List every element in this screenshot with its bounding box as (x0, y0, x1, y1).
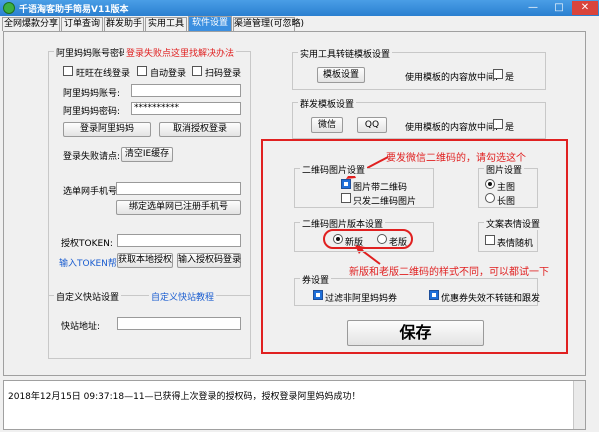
custom-site-group-title: 自定义快站设置 (54, 290, 122, 303)
cancel-auth-button[interactable]: 取消授权登录 (159, 122, 241, 137)
emoji-settings-group-title: 文案表情设置 (484, 217, 543, 230)
long-image-radio[interactable] (485, 193, 495, 203)
group-yes-label: 是 (505, 123, 515, 133)
minimize-button[interactable]: — (520, 1, 546, 15)
random-emoji-label: 表情随机 (497, 239, 534, 249)
tab-bar: 全网爆款分享 订单查询 群发助手 实用工具 软件设置 渠道管理(可忽略) (2, 16, 598, 32)
tab-tools[interactable]: 实用工具 (145, 17, 187, 31)
status-log-line: 2018年12月15日 09:37:18—11—已获得上次登录的授权码，授权登录… (8, 392, 361, 402)
token-help-link[interactable]: 输入TOKEN帮助 (59, 256, 126, 269)
window-title: 千语淘客助手简易V11版本 (19, 5, 129, 15)
auth-code-login-button[interactable]: 输入授权码登录 (177, 253, 241, 268)
image-settings-group: 图片设置 主图 长图 (478, 163, 538, 208)
login-failure-link[interactable]: 登录失败点这里找解决办法 (124, 46, 237, 59)
new-version-radio[interactable] (333, 234, 343, 244)
login-fail-label: 登录失败请点: (63, 152, 121, 162)
save-button[interactable]: 保存 (347, 320, 484, 346)
group-use-template-checkbox[interactable] (493, 119, 503, 129)
emoji-settings-group: 文案表情设置 表情随机 (478, 217, 543, 252)
custom-site-group: 自定义快站设置 自定义快站教程 快站地址: (48, 290, 251, 359)
tools-template-group-title: 实用工具转链模板设置 (298, 47, 393, 60)
filter-coupon-label: 过滤非阿里妈妈券 (325, 294, 398, 304)
no-convert-label: 优惠券失效不转链和跟发 (441, 294, 541, 304)
status-scrollbar[interactable] (573, 381, 585, 429)
password-input[interactable]: ********** (131, 102, 241, 115)
tab-share[interactable]: 全网爆款分享 (2, 17, 60, 31)
scan-login-label: 扫码登录 (205, 69, 242, 79)
wangwang-login-label: 旺旺在线登录 (76, 69, 131, 79)
old-version-label: 老版 (389, 238, 408, 248)
qr-image-group-title: 二维码图片设置 (300, 163, 368, 176)
password-label: 阿里妈妈密码: (63, 107, 121, 117)
scan-login-checkbox[interactable] (192, 66, 202, 76)
group-use-template-label: 使用模板的内容放中间: (405, 123, 499, 133)
token-label: 授权TOKEN: (61, 239, 113, 249)
with-qr-label: 图片带二维码 (353, 183, 408, 193)
auto-login-label: 自动登录 (150, 69, 187, 79)
get-local-auth-button[interactable]: 获取本地授权 (117, 253, 173, 268)
tools-use-template-label: 使用模板的内容放中间: (405, 73, 499, 83)
qr-version-group: 二维码图片版本设置 新版 老版 (294, 217, 434, 252)
app-logo-icon (3, 2, 15, 14)
group-send-template-group: 群发模板设置 微信 QQ 使用模板的内容放中间: 是 (292, 97, 546, 139)
phone-label: 选单网手机号: (63, 187, 121, 197)
group-send-template-title: 群发模板设置 (298, 97, 357, 110)
random-emoji-checkbox[interactable] (485, 235, 495, 245)
tab-group-send[interactable]: 群发助手 (104, 17, 144, 31)
wangwang-login-checkbox[interactable] (63, 66, 73, 76)
main-image-radio[interactable] (485, 179, 495, 189)
annotation-top-note: 要发微信二维码的，请勾选这个 (386, 153, 526, 164)
close-button[interactable]: ✕ (572, 1, 598, 15)
tools-yes-label: 是 (505, 73, 515, 83)
main-image-label: 主图 (497, 183, 516, 193)
login-alimama-button[interactable]: 登录阿里妈妈 (63, 122, 151, 137)
only-qr-checkbox[interactable] (341, 193, 351, 203)
bind-phone-button[interactable]: 绑定选单网已注册手机号 (116, 200, 241, 215)
image-settings-group-title: 图片设置 (484, 163, 525, 176)
account-label: 阿里妈妈账号: (63, 89, 121, 99)
settings-panel: 阿里妈妈账号密码 登录失败点这里找解决办法 旺旺在线登录 自动登录 扫码登录 阿… (3, 31, 586, 376)
tab-orders[interactable]: 订单查询 (61, 17, 103, 31)
filter-coupon-checkbox[interactable] (313, 290, 323, 300)
alimama-group: 阿里妈妈账号密码 登录失败点这里找解决办法 旺旺在线登录 自动登录 扫码登录 阿… (48, 46, 251, 296)
with-qr-checkbox[interactable] (341, 179, 351, 189)
coupon-settings-group: 券设置 过滤非阿里妈妈券 优惠券失效不转链和跟发 (294, 273, 541, 306)
only-qr-label: 只发二维码图片 (353, 197, 417, 207)
site-address-input[interactable] (117, 317, 241, 330)
custom-site-tutorial-link[interactable]: 自定义快站教程 (149, 290, 217, 303)
tools-use-template-checkbox[interactable] (493, 69, 503, 79)
tab-settings[interactable]: 软件设置 (188, 16, 232, 31)
auto-login-checkbox[interactable] (137, 66, 147, 76)
new-version-label: 新版 (345, 238, 364, 248)
title-bar: 千语淘客助手简易V11版本 — □ ✕ (0, 0, 599, 16)
site-address-label: 快站地址: (61, 322, 101, 332)
status-log: 2018年12月15日 09:37:18—11—已获得上次登录的授权码，授权登录… (3, 380, 586, 430)
phone-input[interactable] (116, 182, 241, 195)
alimama-group-title: 阿里妈妈账号密码 (54, 46, 131, 59)
qq-template-button[interactable]: QQ (357, 117, 387, 133)
maximize-button[interactable]: □ (546, 1, 572, 15)
coupon-settings-group-title: 券设置 (300, 273, 332, 286)
tab-channels[interactable]: 渠道管理(可忽略) (233, 17, 304, 31)
template-settings-button[interactable]: 模板设置 (317, 67, 365, 83)
token-input[interactable] (117, 234, 241, 247)
clear-ie-cache-button[interactable]: 清空IE缓存 (121, 147, 173, 162)
long-image-label: 长图 (497, 197, 516, 207)
old-version-radio[interactable] (377, 234, 387, 244)
account-input[interactable] (131, 84, 241, 97)
wechat-template-button[interactable]: 微信 (311, 117, 343, 133)
no-convert-checkbox[interactable] (429, 290, 439, 300)
qr-image-group: 二维码图片设置 图片带二维码 只发二维码图片 (294, 163, 434, 208)
tools-template-group: 实用工具转链模板设置 模板设置 使用模板的内容放中间: 是 (292, 47, 546, 90)
